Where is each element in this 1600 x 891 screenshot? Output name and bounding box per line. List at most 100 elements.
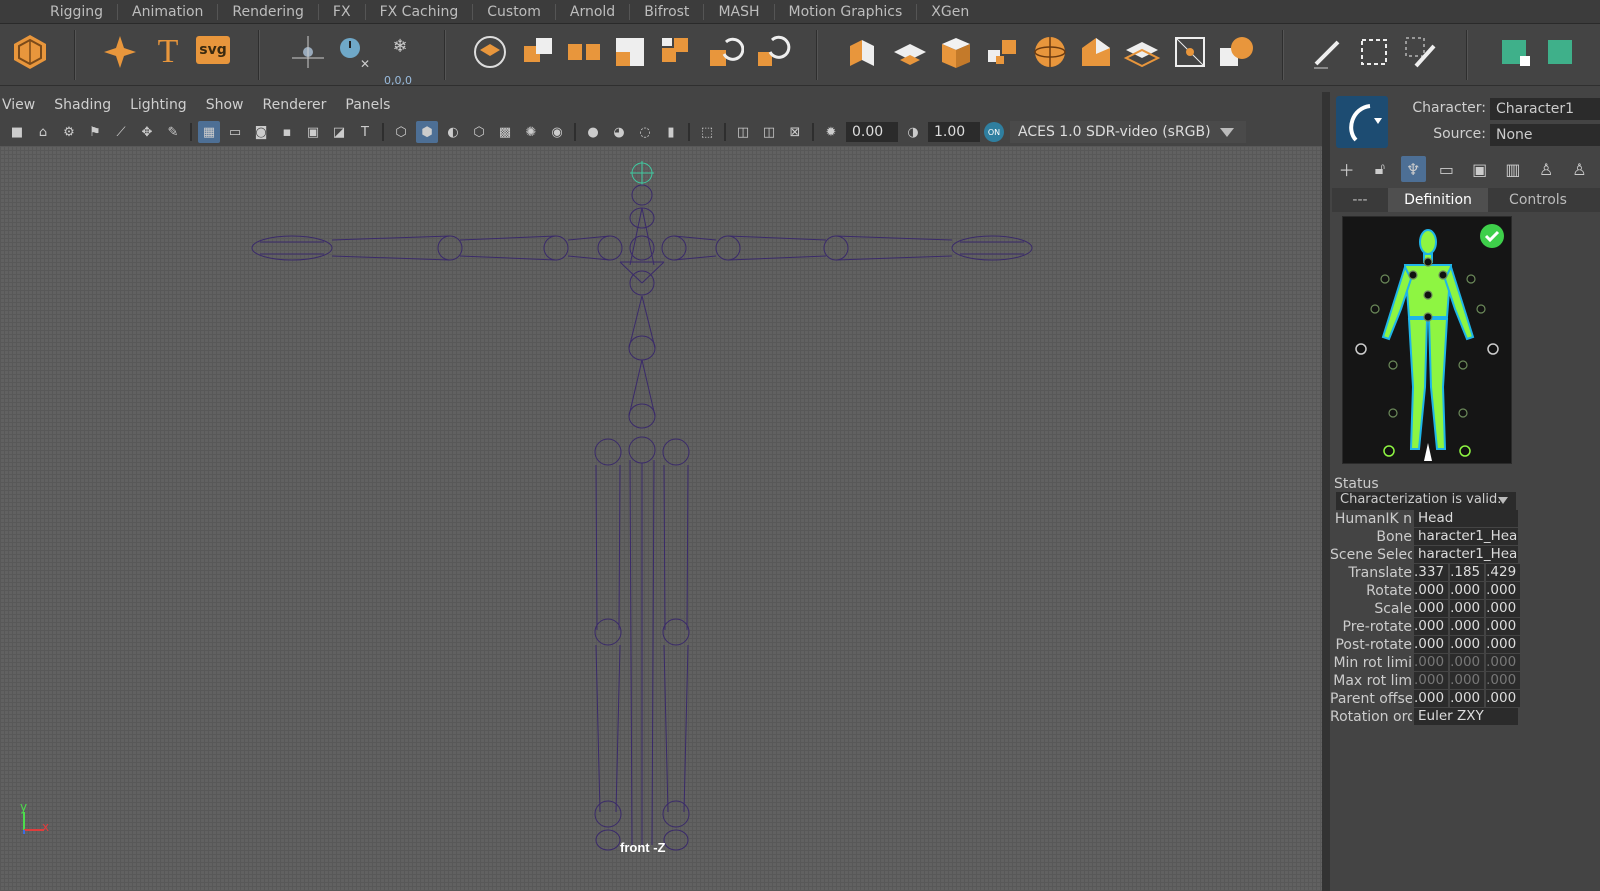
property-component-x[interactable]: .000	[1414, 690, 1449, 707]
color-space-dropdown[interactable]: ACES 1.0 SDR-video (sRGB)	[1010, 121, 1246, 143]
viewport-menu-view[interactable]: View	[0, 97, 44, 113]
property-component-y[interactable]: .000	[1450, 654, 1485, 671]
property-component-y[interactable]: .000	[1450, 582, 1485, 599]
tumble-icon[interactable]: ✥	[136, 121, 158, 143]
safe-title-icon[interactable]: T	[354, 121, 376, 143]
property-component-z[interactable]: .000	[1486, 636, 1521, 653]
shelf-tab-custom[interactable]: Custom	[473, 0, 555, 24]
viewport-menu-renderer[interactable]: Renderer	[260, 97, 335, 113]
bridge-icon[interactable]	[704, 32, 744, 72]
property-component-y[interactable]: .000	[1450, 690, 1485, 707]
green-texture-icon[interactable]	[1496, 32, 1536, 72]
camera-attr-icon[interactable]: ⚙	[58, 121, 80, 143]
edit-frame-icon[interactable]	[1400, 32, 1440, 72]
property-component-z[interactable]: .000	[1486, 600, 1521, 617]
property-component-x[interactable]: .000	[1414, 600, 1449, 617]
property-component-x[interactable]: .000	[1414, 582, 1449, 599]
default-material-icon[interactable]: ◐	[442, 121, 464, 143]
exposure-field[interactable]: 0.00	[846, 122, 898, 142]
green-uv-icon[interactable]	[1544, 32, 1584, 72]
snowflake-origin-icon[interactable]: ❄	[380, 32, 420, 72]
xray-icon[interactable]: ◫	[732, 121, 754, 143]
bevel-icon[interactable]	[1076, 32, 1116, 72]
camera-lock-icon[interactable]: ⌂	[32, 121, 54, 143]
property-component-x[interactable]: .000	[1414, 636, 1449, 653]
sphere-wire-icon[interactable]	[1030, 32, 1070, 72]
append-polygon-icon[interactable]	[752, 32, 792, 72]
figure-options-icon[interactable]: ♙	[1567, 156, 1592, 182]
source-dropdown[interactable]: None	[1490, 124, 1600, 146]
resolution-gate-icon[interactable]: ◙	[250, 121, 272, 143]
shadows-icon[interactable]: ◉	[546, 121, 568, 143]
property-component-x[interactable]: .337	[1414, 564, 1449, 581]
xray-joints-icon[interactable]: ⊠	[784, 121, 806, 143]
multi-cube-icon[interactable]	[982, 32, 1022, 72]
camera-icon[interactable]: ■	[6, 121, 28, 143]
field-chart-icon[interactable]: ▣	[302, 121, 324, 143]
sparkle-icon[interactable]	[100, 32, 140, 72]
gamma-field[interactable]: 1.00	[928, 122, 980, 142]
wireframe-icon[interactable]: ⬡	[390, 121, 412, 143]
grid-toggle-icon[interactable]: ▦	[198, 121, 220, 143]
shelf-tab-fx[interactable]: FX	[319, 0, 365, 24]
polygon-sphere-icon[interactable]	[10, 32, 50, 72]
tab-none[interactable]: ---	[1332, 188, 1388, 212]
shelf-tab-fx-caching[interactable]: FX Caching	[366, 0, 473, 24]
viewport-menu-show[interactable]: Show	[204, 97, 253, 113]
panel-splitter[interactable]	[1322, 92, 1330, 891]
property-field[interactable]: Head	[1414, 510, 1518, 527]
bookmark-icon[interactable]: ⚑	[84, 121, 106, 143]
property-component-x[interactable]: .000	[1414, 672, 1449, 689]
property-field[interactable]: haracter1_Head	[1414, 546, 1518, 563]
character-definition-figure[interactable]	[1342, 216, 1512, 464]
extrude-icon[interactable]	[842, 32, 882, 72]
trash-icon[interactable]: ▥	[1500, 156, 1525, 182]
locator-icon[interactable]	[288, 32, 328, 72]
image-plane-icon[interactable]: ⟋	[110, 121, 132, 143]
smooth-shade-icon[interactable]: ⬢	[416, 121, 438, 143]
shelf-tab-arnold[interactable]: Arnold	[556, 0, 629, 24]
layer-circle-icon[interactable]	[470, 32, 510, 72]
bounding-box-icon[interactable]	[1170, 32, 1210, 72]
shelf-tab-rigging[interactable]: Rigging	[36, 0, 117, 24]
shelf-tab-mash[interactable]: MASH	[704, 0, 773, 24]
svg-icon[interactable]: svg	[196, 36, 230, 64]
shelf-tab-motion-graphics[interactable]: Motion Graphics	[775, 0, 917, 24]
tpose-icon[interactable]: ♙	[1534, 156, 1559, 182]
lights-icon[interactable]: ✺	[520, 121, 542, 143]
color-management-toggle-icon[interactable]: ON	[984, 122, 1004, 142]
plane-stack-icon[interactable]	[1122, 32, 1162, 72]
ambient-occlusion-icon[interactable]: ●	[582, 121, 604, 143]
property-component-x[interactable]: .000	[1414, 654, 1449, 671]
shelf-tab-bifrost[interactable]: Bifrost	[630, 0, 703, 24]
clock-pivot-icon[interactable]: ✕	[334, 32, 374, 72]
grid-sphere-icon[interactable]	[1216, 32, 1256, 72]
antialias-icon[interactable]: ◌	[634, 121, 656, 143]
property-component-z[interactable]: .429	[1486, 564, 1521, 581]
property-component-z[interactable]: .000	[1486, 654, 1521, 671]
grid-extract-icon[interactable]	[610, 32, 650, 72]
property-component-y[interactable]: .000	[1450, 618, 1485, 635]
lock-icon[interactable]: 🔓︎	[1367, 156, 1392, 182]
grease-pencil-icon[interactable]: ✎	[162, 121, 184, 143]
merge-icon[interactable]	[890, 32, 930, 72]
textured-icon[interactable]: ▩	[494, 121, 516, 143]
safe-action-icon[interactable]: ◪	[328, 121, 350, 143]
humanik-logo-icon[interactable]	[1336, 96, 1388, 148]
combine-icon[interactable]	[518, 32, 558, 72]
cube-icon[interactable]	[936, 32, 976, 72]
tab-controls[interactable]: Controls	[1488, 188, 1588, 212]
wireframe-on-shaded-icon[interactable]: ⬡	[468, 121, 490, 143]
viewport-menu-panels[interactable]: Panels	[343, 97, 399, 113]
status-dropdown[interactable]: Characterization is valid.	[1336, 492, 1516, 510]
property-field[interactable]: haracter1_Head	[1414, 528, 1518, 545]
viewport-menu-shading[interactable]: Shading	[52, 97, 120, 113]
character-dropdown[interactable]: Character1	[1490, 98, 1600, 120]
viewport-menu-lighting[interactable]: Lighting	[128, 97, 196, 113]
property-component-y[interactable]: .185	[1450, 564, 1485, 581]
separate-icon[interactable]	[564, 32, 604, 72]
motion-blur-icon[interactable]: ◕	[608, 121, 630, 143]
property-component-y[interactable]: .000	[1450, 600, 1485, 617]
xray-active-icon[interactable]: ◫	[758, 121, 780, 143]
pencil-icon[interactable]	[1308, 32, 1348, 72]
